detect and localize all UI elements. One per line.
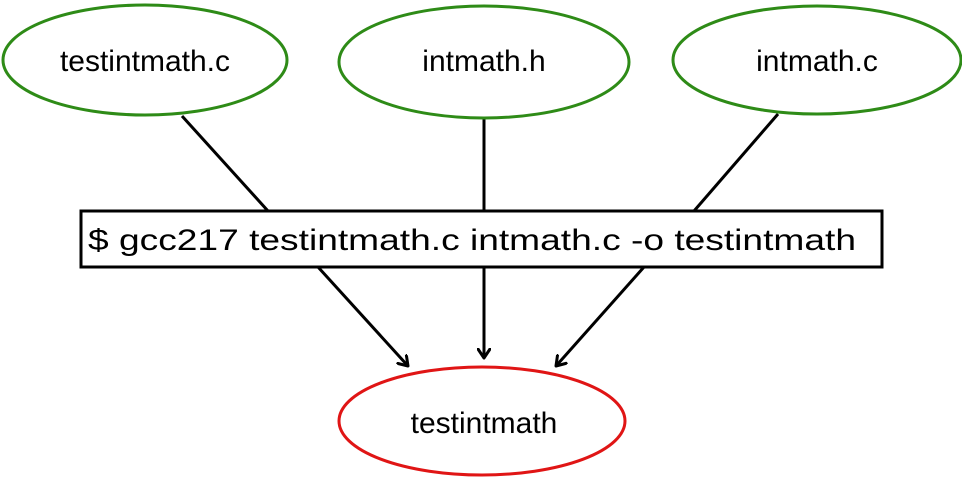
output-node-testintmath: testintmath: [337, 365, 627, 477]
output-label-testintmath: testintmath: [411, 407, 558, 440]
input-label-intmath-c: intmath.c: [756, 45, 878, 78]
input-label-testintmath-c: testintmath.c: [60, 45, 230, 78]
diagram-canvas: testintmath.c intmath.h intmath.c $ gcc2…: [1, 3, 962, 477]
arrow-command-to-output-left: [316, 265, 408, 366]
arrow-command-to-output-right: [556, 266, 646, 366]
command-text: $ gcc217 testintmath.c intmath.c -o test…: [88, 224, 856, 257]
input-node-intmath-h: intmath.h: [337, 4, 631, 120]
input-label-intmath-h: intmath.h: [422, 45, 545, 78]
edge-intmath-c-to-command: [692, 113, 780, 212]
edge-testintmath-c-to-command: [180, 114, 270, 213]
command-box: $ gcc217 testintmath.c intmath.c -o test…: [79, 209, 884, 269]
input-node-testintmath-c: testintmath.c: [1, 3, 289, 117]
build-diagram: testintmath.c intmath.h intmath.c $ gcc2…: [0, 0, 962, 478]
input-node-intmath-c: intmath.c: [671, 4, 962, 116]
